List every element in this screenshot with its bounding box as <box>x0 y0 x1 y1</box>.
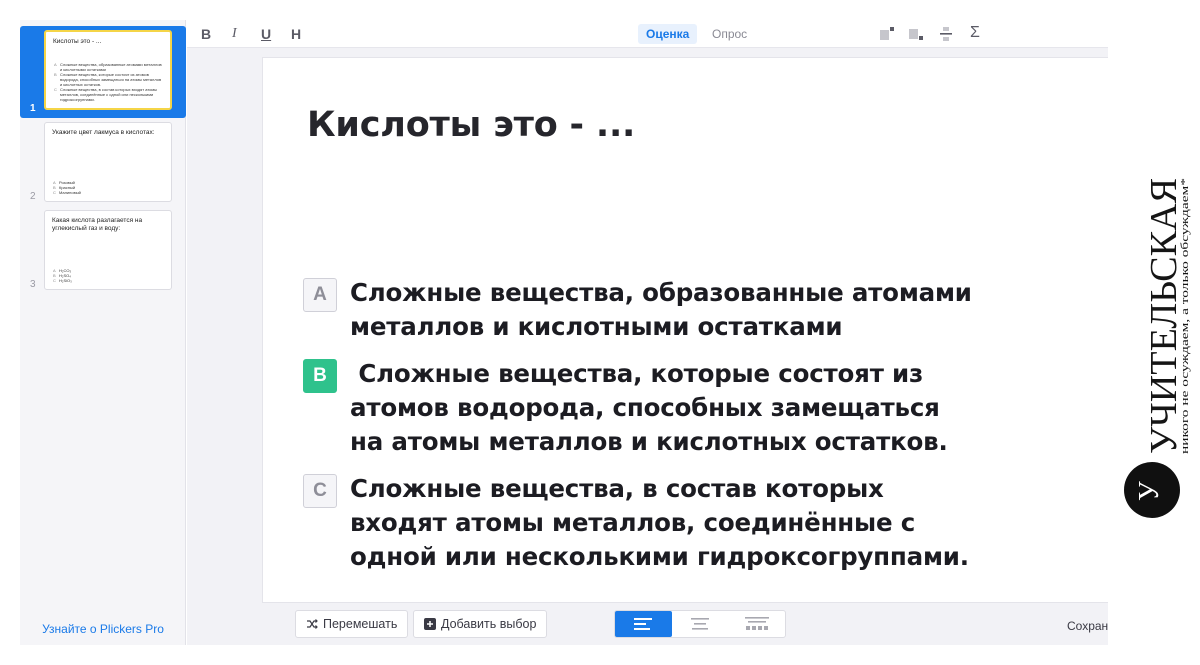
thumbnail-choices: A Сложные вещества, образованные атомами … <box>54 62 164 102</box>
slide-number: 2 <box>30 191 36 202</box>
plickers-pro-link[interactable]: Узнайте о Plickers Pro <box>20 622 186 636</box>
choice-letter-c[interactable]: C <box>303 474 337 508</box>
thumbnail-choices: A Розовый B Красный C Малиновый <box>53 180 165 195</box>
watermark-logo-letter: У <box>1134 481 1165 501</box>
align-center-icon <box>691 618 709 630</box>
bold-button[interactable]: B <box>201 26 211 42</box>
add-choice-button[interactable]: Добавить выбор <box>413 610 548 638</box>
slide-editor[interactable]: Кислоты это - ... A Сложные вещества, об… <box>262 57 1108 603</box>
slide-thumbnail-2[interactable]: Укажите цвет лакмуса в кислотах: A Розовы… <box>20 118 186 206</box>
slide-thumbnail-card[interactable]: Кислоты это - ... A Сложные вещества, обр… <box>44 30 172 110</box>
add-icon <box>424 618 436 630</box>
watermark-logo: У <box>1124 462 1180 518</box>
thumbnail-title: Укажите цвет лакмуса в кислотах: <box>52 129 155 136</box>
choice-text-b[interactable]: Сложные вещества, которые состоят из ато… <box>350 357 990 459</box>
watermark-logo-mark: У <box>1134 481 1165 501</box>
choice-letter-b-correct[interactable]: B <box>303 359 337 393</box>
tab-survey[interactable]: Опрос <box>704 24 755 44</box>
choice-a[interactable]: A Сложные вещества, образованные атомами… <box>303 276 990 344</box>
thumbnail-choice-text: H₂SiO₃ <box>59 278 72 283</box>
italic-button[interactable]: I <box>232 26 237 42</box>
underline-button[interactable]: U <box>261 26 271 42</box>
editor-canvas-area: Кислоты это - ... A Сложные вещества, об… <box>187 48 1108 645</box>
image-right-icon[interactable] <box>908 26 924 42</box>
align-center-button[interactable] <box>672 611 729 637</box>
tab-grading[interactable]: Оценка <box>638 24 698 44</box>
slide-number: 3 <box>30 279 36 290</box>
thumbnail-choice-text: Сложные вещества, которые состоят из ато… <box>60 72 162 87</box>
slide-thumbnail-1[interactable]: Кислоты это - ... A Сложные вещества, обр… <box>20 26 186 118</box>
image-left-icon[interactable] <box>879 26 895 42</box>
thumbnail-choice-text: Малиновый <box>59 190 81 195</box>
slide-number: 1 <box>30 103 36 114</box>
thumbnail-choices: A H₂CO₃ B H₂SO₄ C H₂SiO₃ <box>53 268 165 283</box>
thumbnail-choice: C Малиновый <box>53 190 165 195</box>
slide-thumbnail-card[interactable]: Укажите цвет лакмуса в кислотах: A Розовы… <box>44 122 172 202</box>
align-left-button[interactable] <box>615 611 672 637</box>
watermark-panel: УЧИТЕЛЬСКАЯ никого не осуждаем, а только… <box>1108 0 1200 665</box>
thumbnail-choice: C H₂SiO₃ <box>53 278 165 283</box>
editor-toolbar: B I U H Оценка Опрос Σ <box>187 20 1108 48</box>
add-choice-label: Добавить выбор <box>441 617 537 631</box>
thumbnail-choice: B Сложные вещества, которые состоят из ат… <box>54 72 164 87</box>
sigma-icon[interactable]: Σ <box>970 24 980 42</box>
slide-thumbnail-3[interactable]: Какая кислота разлагается на углекислый … <box>20 206 186 294</box>
align-grid-icon <box>744 617 769 630</box>
slide-thumbnail-card[interactable]: Какая кислота разлагается на углекислый … <box>44 210 172 290</box>
choice-b[interactable]: B Сложные вещества, которые состоят из а… <box>303 357 990 459</box>
heading-button[interactable]: H <box>291 26 301 42</box>
question-text[interactable]: Кислоты это - ... <box>307 105 635 145</box>
choice-text-c[interactable]: Сложные вещества, в состав которых входя… <box>350 472 990 574</box>
align-grid-button[interactable] <box>728 611 785 637</box>
thumbnail-choice-text: Сложные вещества, в состав которых входя… <box>60 87 158 102</box>
align-left-icon <box>634 618 653 630</box>
shuffle-button[interactable]: Перемешать <box>295 610 409 638</box>
slide-bottom-bar: Перемешать Добавить выбор Сохран <box>187 603 1108 645</box>
choice-c[interactable]: C Сложные вещества, в состав которых вхо… <box>303 472 990 574</box>
app-window: Кислоты это - ... A Сложные вещества, обр… <box>0 0 1200 665</box>
thumbnail-choice-text: Сложные вещества, образованные атомами м… <box>60 62 162 72</box>
thumbnail-title: Какая кислота разлагается на углекислый … <box>52 217 143 232</box>
choice-text-a[interactable]: Сложные вещества, образованные атомами м… <box>350 276 990 344</box>
thumbnail-choice: C Сложные вещества, в состав которых вход… <box>54 87 164 102</box>
fraction-icon[interactable] <box>938 26 954 42</box>
thumbnail-choice: A Сложные вещества, образованные атомами … <box>54 62 164 72</box>
watermark-tagline: никого не осуждаем, а только обсуждаем* <box>1179 178 1191 454</box>
watermark-wordmark: УЧИТЕЛЬСКАЯ никого не осуждаем, а только… <box>1143 178 1191 454</box>
shuffle-icon <box>307 619 318 629</box>
alignment-toggle-group <box>614 610 786 638</box>
shuffle-label: Перемешать <box>323 617 398 631</box>
save-status: Сохран <box>1067 619 1109 633</box>
thumbnail-title: Кислоты это - ... <box>53 38 102 45</box>
slide-list-sidebar: Кислоты это - ... A Сложные вещества, обр… <box>20 20 186 645</box>
choice-letter-a[interactable]: A <box>303 278 337 312</box>
